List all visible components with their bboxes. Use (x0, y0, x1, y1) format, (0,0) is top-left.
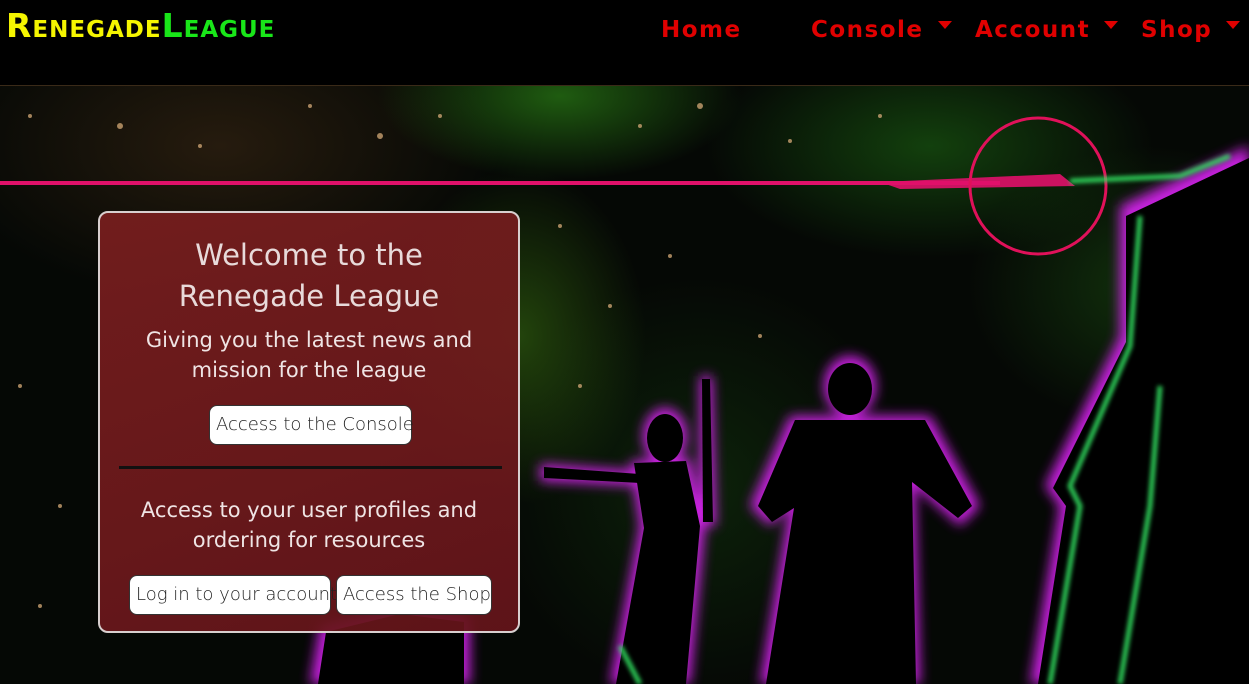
horizon-line (0, 181, 1000, 185)
nav-console-label: Console (811, 17, 924, 43)
welcome-title: Welcome to the Renegade League (100, 235, 518, 317)
welcome-subtitle-line2: mission for the league (191, 358, 427, 382)
welcome-title-line2: Renegade League (178, 279, 440, 313)
card-divider (119, 466, 502, 469)
navbar: RenegadeLeague Home Console Account Shop (0, 0, 1249, 86)
caret-down-icon (1104, 20, 1119, 29)
nav-home-label: Home (661, 17, 742, 43)
nav-shop-dropdown[interactable]: Shop (1141, 17, 1241, 43)
caret-down-icon (937, 20, 952, 29)
brand-part-renegade: Renegade (6, 6, 162, 45)
brand-logo[interactable]: RenegadeLeague (6, 6, 275, 45)
account-description-line1: Access to your user profiles and (140, 498, 478, 522)
shop-access-button[interactable]: Access the Shop (336, 575, 492, 615)
brand-part-league: League (161, 6, 276, 45)
welcome-title-line1: Welcome to the (195, 238, 423, 272)
login-button[interactable]: Log in to your account (129, 575, 337, 615)
account-description: Access to your user profiles and orderin… (100, 495, 518, 555)
nav-home[interactable]: Home (661, 17, 742, 43)
caret-down-icon (1226, 20, 1241, 29)
welcome-subtitle-line1: Giving you the latest news and (145, 328, 473, 352)
nav-account-dropdown[interactable]: Account (975, 17, 1119, 43)
nav-account-label: Account (975, 17, 1091, 43)
account-description-line2: ordering for resources (192, 528, 426, 552)
console-access-button[interactable]: Access to the Console (209, 405, 414, 445)
welcome-card: Welcome to the Renegade League Giving yo… (98, 211, 520, 633)
nav-shop-label: Shop (1141, 17, 1213, 43)
welcome-subtitle: Giving you the latest news and mission f… (100, 325, 518, 385)
nav-console-dropdown[interactable]: Console (811, 17, 952, 43)
